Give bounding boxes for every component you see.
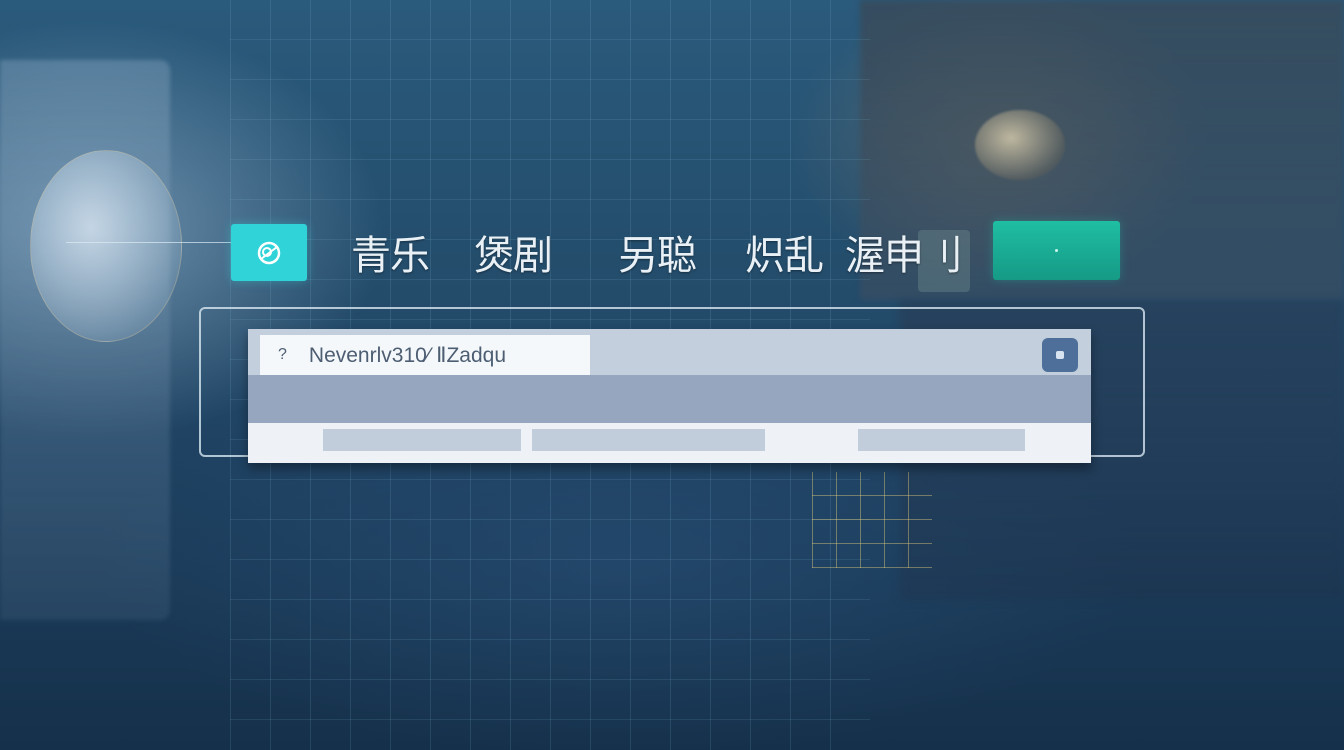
search-prefix: ?	[278, 346, 287, 363]
action-button[interactable]	[993, 221, 1120, 280]
suggestion-chip[interactable]	[858, 429, 1025, 451]
suggestion-chip[interactable]	[323, 429, 521, 451]
search-button[interactable]	[1042, 338, 1078, 372]
search-icon	[1056, 351, 1064, 359]
logo-button[interactable]	[231, 224, 307, 281]
search-results-band	[248, 375, 1091, 423]
nav-item-4[interactable]: 炽乱	[745, 232, 824, 280]
background-orb	[975, 110, 1065, 180]
divider-line	[66, 242, 236, 243]
accent-grid	[812, 472, 932, 568]
search-value: Nevenrlv310⁄ ⅡZadqu	[308, 343, 507, 367]
nav-item-5[interactable]: 渥申刂	[845, 232, 963, 280]
search-panel: ? Nevenrlv310⁄ ⅡZadqu	[248, 329, 1091, 463]
circle-logo-icon	[257, 241, 281, 264]
nav-item-3[interactable]: 另聪	[618, 232, 697, 280]
background-circle	[30, 150, 182, 342]
search-input[interactable]: ? Nevenrlv310⁄ ⅡZadqu	[260, 335, 590, 375]
nav-item-1[interactable]: 青乐	[351, 232, 430, 280]
suggestion-chip[interactable]	[532, 429, 765, 451]
nav-item-2[interactable]: 煲剧	[474, 232, 553, 280]
search-bar: ? Nevenrlv310⁄ ⅡZadqu	[248, 329, 1091, 375]
dot-icon	[1055, 249, 1058, 252]
app-screen: 青乐 煲剧 另聪 炽乱 渥申刂 ? Nevenrlv310⁄ ⅡZadqu	[0, 0, 1344, 750]
background-monitor	[0, 60, 170, 620]
